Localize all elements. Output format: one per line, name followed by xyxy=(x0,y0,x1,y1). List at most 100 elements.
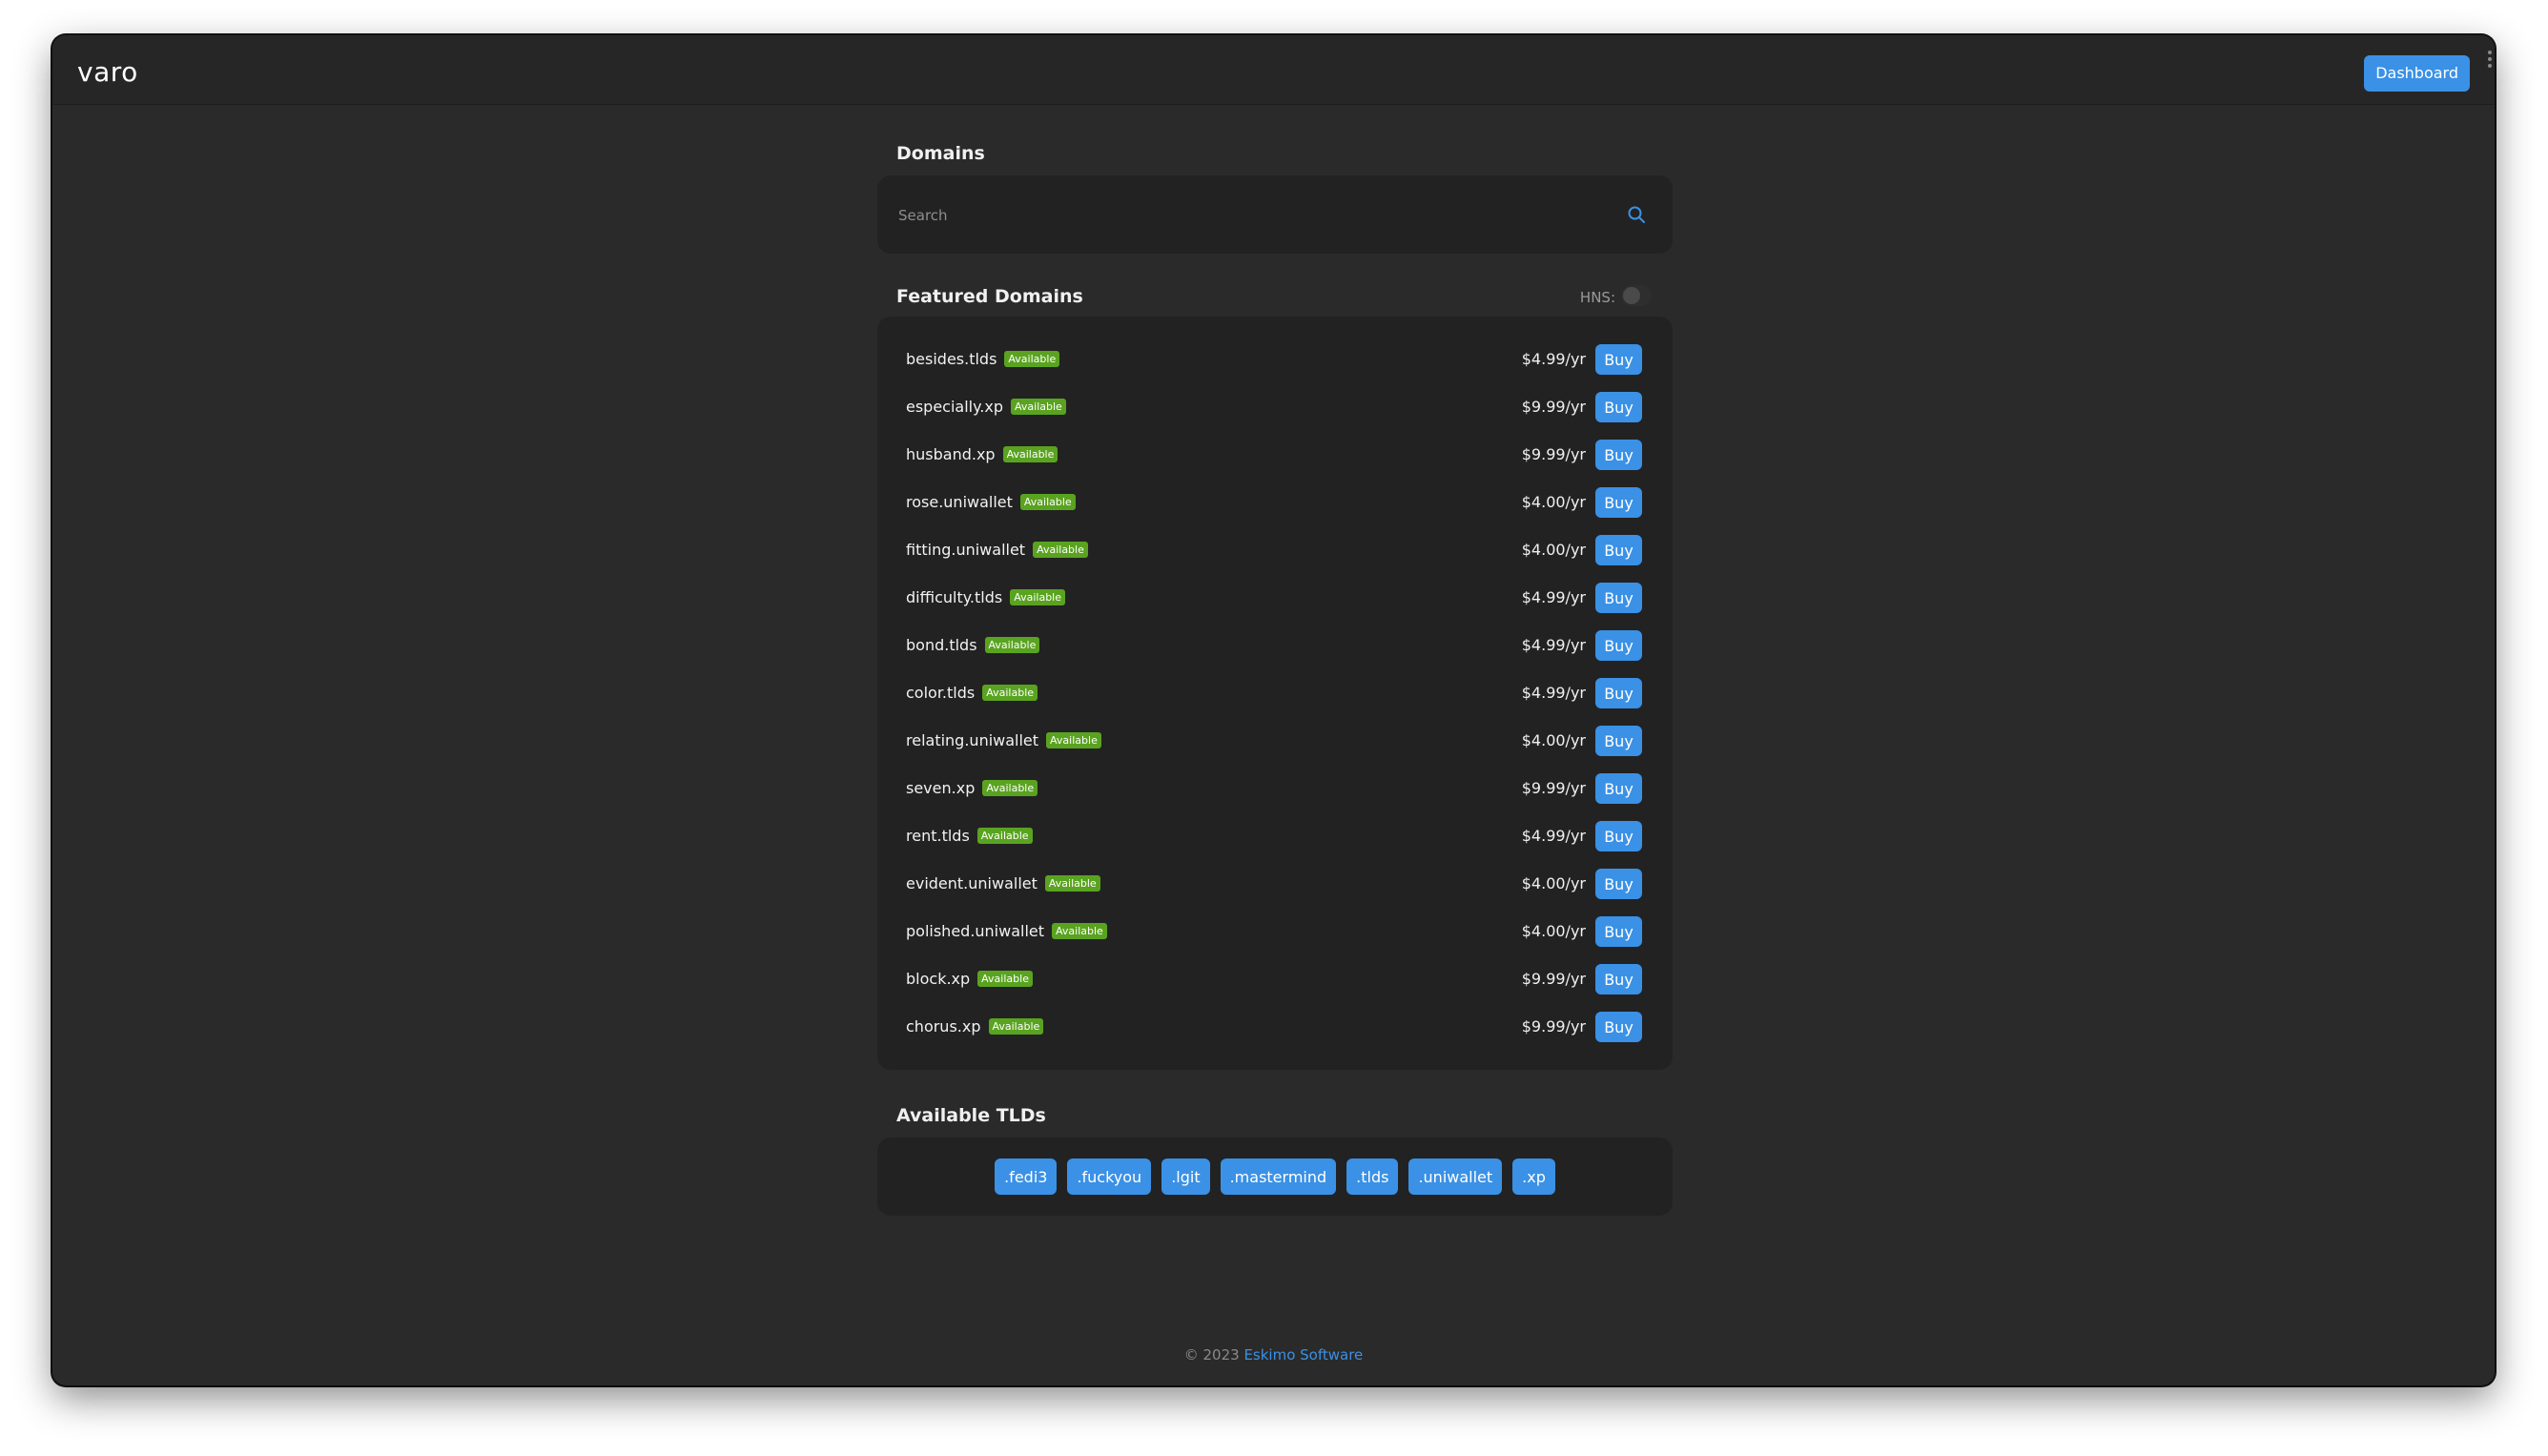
top-navbar: varo Dashboard xyxy=(52,35,2495,105)
tld-button[interactable]: .tlds xyxy=(1346,1159,1399,1195)
domain-row: especially.xp Available $9.99/yr Buy xyxy=(877,383,1673,431)
buy-button[interactable]: Buy xyxy=(1595,535,1642,565)
domain-name[interactable]: difficulty.tlds xyxy=(906,588,1002,606)
search-card xyxy=(877,175,1673,254)
domain-name[interactable]: polished.uniwallet xyxy=(906,922,1044,940)
tld-button[interactable]: .lgit xyxy=(1161,1159,1210,1195)
domain-name[interactable]: besides.tlds xyxy=(906,350,997,368)
available-badge: Available xyxy=(988,1018,1044,1035)
dashboard-button[interactable]: Dashboard xyxy=(2364,55,2470,92)
domain-row: block.xp Available $9.99/yr Buy xyxy=(877,955,1673,1003)
domain-price: $4.99/yr xyxy=(1521,350,1586,368)
domain-price: $4.99/yr xyxy=(1521,588,1586,606)
page-footer: © 2023 Eskimo Software xyxy=(52,1346,2495,1364)
buy-button[interactable]: Buy xyxy=(1595,726,1642,756)
buy-button[interactable]: Buy xyxy=(1595,392,1642,422)
buy-button[interactable]: Buy xyxy=(1595,869,1642,899)
buy-button[interactable]: Buy xyxy=(1595,344,1642,375)
domain-name[interactable]: fitting.uniwallet xyxy=(906,541,1025,559)
more-options-icon[interactable] xyxy=(2488,51,2492,68)
available-badge: Available xyxy=(984,637,1040,653)
domain-name[interactable]: evident.uniwallet xyxy=(906,874,1038,892)
domain-row: polished.uniwallet Available $4.00/yr Buy xyxy=(877,908,1673,955)
available-badge: Available xyxy=(1019,494,1076,510)
domains-heading: Domains xyxy=(896,143,985,164)
company-link[interactable]: Eskimo Software xyxy=(1243,1346,1363,1364)
buy-button[interactable]: Buy xyxy=(1595,678,1642,708)
domain-price: $4.00/yr xyxy=(1521,493,1586,511)
domain-price: $9.99/yr xyxy=(1521,445,1586,463)
domain-price: $9.99/yr xyxy=(1521,970,1586,988)
buy-button[interactable]: Buy xyxy=(1595,487,1642,518)
available-badge: Available xyxy=(1044,875,1100,892)
domain-row: color.tlds Available $4.99/yr Buy xyxy=(877,669,1673,717)
featured-domains-list: besides.tlds Available $4.99/yr Buy espec… xyxy=(877,317,1673,1070)
domain-row: bond.tlds Available $4.99/yr Buy xyxy=(877,622,1673,669)
hns-toggle[interactable] xyxy=(1621,285,1652,306)
domain-price: $4.00/yr xyxy=(1521,731,1586,749)
available-badge: Available xyxy=(977,971,1033,987)
available-badge: Available xyxy=(982,685,1038,701)
buy-button[interactable]: Buy xyxy=(1595,440,1642,470)
tld-button[interactable]: .mastermind xyxy=(1220,1159,1337,1195)
domain-price: $9.99/yr xyxy=(1521,779,1586,797)
domain-name[interactable]: bond.tlds xyxy=(906,636,977,654)
domain-row: difficulty.tlds Available $4.99/yr Buy xyxy=(877,574,1673,622)
domain-row: evident.uniwallet Available $4.00/yr Buy xyxy=(877,860,1673,908)
domain-name[interactable]: chorus.xp xyxy=(906,1017,981,1036)
domain-row: rose.uniwallet Available $4.00/yr Buy xyxy=(877,479,1673,526)
buy-button[interactable]: Buy xyxy=(1595,1012,1642,1042)
domain-name[interactable]: block.xp xyxy=(906,970,970,988)
domain-name[interactable]: rent.tlds xyxy=(906,827,970,845)
domain-name[interactable]: relating.uniwallet xyxy=(906,731,1038,749)
available-badge: Available xyxy=(982,780,1038,796)
domain-row: husband.xp Available $9.99/yr Buy xyxy=(877,431,1673,479)
available-badge: Available xyxy=(1046,732,1101,749)
tld-button[interactable]: .uniwallet xyxy=(1408,1159,1503,1195)
available-badge: Available xyxy=(1052,923,1107,939)
tld-button[interactable]: .xp xyxy=(1512,1159,1555,1195)
domain-price: $4.00/yr xyxy=(1521,874,1586,892)
available-tlds-heading: Available TLDs xyxy=(896,1105,1046,1126)
domain-row: seven.xp Available $9.99/yr Buy xyxy=(877,765,1673,812)
available-badge: Available xyxy=(1004,351,1060,367)
search-input[interactable] xyxy=(896,200,1606,231)
domain-price: $4.99/yr xyxy=(1521,827,1586,845)
domain-row: relating.uniwallet Available $4.00/yr Buy xyxy=(877,717,1673,765)
domain-price: $9.99/yr xyxy=(1521,1017,1586,1036)
available-badge: Available xyxy=(1002,446,1058,462)
buy-button[interactable]: Buy xyxy=(1595,916,1642,947)
featured-domains-heading: Featured Domains xyxy=(896,286,1083,307)
buy-button[interactable]: Buy xyxy=(1595,773,1642,804)
buy-button[interactable]: Buy xyxy=(1595,583,1642,613)
hns-toggle-label: HNS: xyxy=(1579,289,1615,306)
buy-button[interactable]: Buy xyxy=(1595,821,1642,851)
available-badge: Available xyxy=(976,828,1033,844)
copyright-text: © 2023 xyxy=(1183,1346,1240,1364)
domain-row: chorus.xp Available $9.99/yr Buy xyxy=(877,1003,1673,1051)
available-badge: Available xyxy=(1033,542,1088,558)
domain-row: rent.tlds Available $4.99/yr Buy xyxy=(877,812,1673,860)
brand-logo[interactable]: varo xyxy=(77,56,138,88)
domain-name[interactable]: husband.xp xyxy=(906,445,996,463)
domain-price: $4.00/yr xyxy=(1521,541,1586,559)
domain-price: $9.99/yr xyxy=(1521,398,1586,416)
tld-button[interactable]: .fedi3 xyxy=(995,1159,1058,1195)
domain-price: $4.00/yr xyxy=(1521,922,1586,940)
available-badge: Available xyxy=(1010,589,1066,605)
domain-name[interactable]: color.tlds xyxy=(906,684,975,702)
domain-name[interactable]: rose.uniwallet xyxy=(906,493,1013,511)
domain-price: $4.99/yr xyxy=(1521,684,1586,702)
domain-name[interactable]: especially.xp xyxy=(906,398,1003,416)
domain-name[interactable]: seven.xp xyxy=(906,779,975,797)
buy-button[interactable]: Buy xyxy=(1595,964,1642,995)
tld-list: .fedi3 .fuckyou .lgit .mastermind .tlds … xyxy=(877,1138,1673,1216)
buy-button[interactable]: Buy xyxy=(1595,630,1642,661)
domain-row: besides.tlds Available $4.99/yr Buy xyxy=(877,336,1673,383)
app-window: varo Dashboard Domains Featured Domains … xyxy=(52,35,2495,1385)
search-icon[interactable] xyxy=(1627,205,1646,224)
domain-row: fitting.uniwallet Available $4.00/yr Buy xyxy=(877,526,1673,574)
domain-price: $4.99/yr xyxy=(1521,636,1586,654)
available-badge: Available xyxy=(1011,399,1066,415)
tld-button[interactable]: .fuckyou xyxy=(1067,1159,1152,1195)
